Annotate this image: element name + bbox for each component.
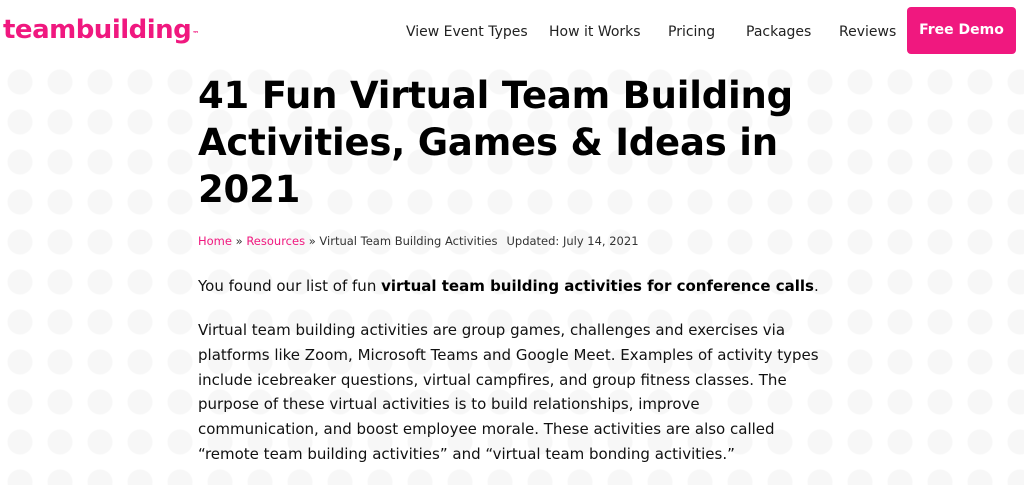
page-title: 41 Fun Virtual Team Building Activities,…	[198, 74, 793, 211]
intro-text: You found our list of fun	[198, 277, 382, 295]
intro-paragraph: You found our list of fun virtual team b…	[198, 274, 838, 298]
breadcrumb-separator: »	[305, 234, 320, 248]
breadcrumb: Home » Resources » Virtual Team Building…	[198, 234, 639, 248]
intro-period: .	[813, 277, 819, 295]
main-nav: View Event Types How it Works Pricing Pa…	[0, 0, 1024, 62]
nav-how-it-works[interactable]: How it Works	[549, 23, 641, 41]
site-header: teambuilding™ View Event Types How it Wo…	[0, 0, 1024, 62]
nav-view-event-types[interactable]: View Event Types	[406, 23, 528, 41]
nav-packages[interactable]: Packages	[746, 23, 811, 41]
breadcrumb-home-link[interactable]: Home	[198, 234, 232, 248]
breadcrumb-separator: »	[231, 234, 247, 248]
intro-bold-text: virtual team building activities for con…	[381, 277, 814, 295]
updated-date: Updated: July 14, 2021	[506, 234, 639, 248]
article: 41 Fun Virtual Team Building Activities,…	[198, 72, 838, 463]
body-paragraph: Virtual team building activities are gro…	[198, 321, 819, 463]
breadcrumb-current: Virtual Team Building Activities	[319, 234, 498, 248]
nav-pricing[interactable]: Pricing	[668, 23, 715, 41]
free-demo-button[interactable]: Free Demo	[907, 7, 1016, 54]
nav-reviews[interactable]: Reviews	[839, 23, 896, 41]
breadcrumb-resources-link[interactable]: Resources	[246, 234, 305, 248]
